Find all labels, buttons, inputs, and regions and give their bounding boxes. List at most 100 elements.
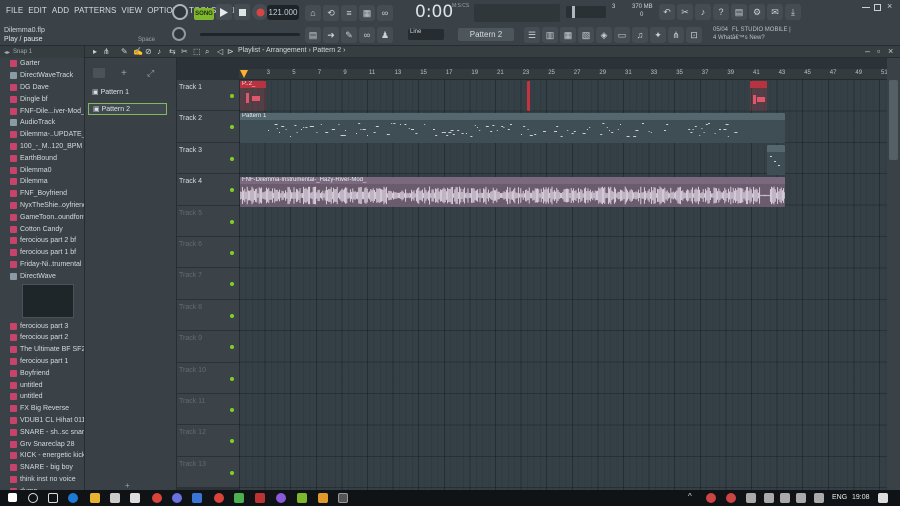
song-mode-button[interactable]: SONG [194,8,214,20]
chat-button[interactable]: ✉ [767,4,783,20]
news-headline[interactable]: 4 Whatâ€™s New? [713,35,765,41]
track-mute-led[interactable] [230,313,234,318]
plugin-button[interactable]: ⚙ [749,4,765,20]
pattern-item[interactable]: ▣ Pattern 1 [88,86,167,98]
app-icon-5[interactable] [297,493,307,503]
app-icon-4[interactable] [276,493,286,503]
tray-volume-icon[interactable] [780,493,790,503]
track-header[interactable]: Track 5 [177,205,239,237]
stamp-button[interactable]: ♟ [377,27,393,43]
pattern-item-selected[interactable]: ▣ Pattern 2 [88,103,167,115]
tray-app-icon[interactable] [706,493,716,503]
news-source[interactable]: FL STUDIO MOBILE | [732,27,791,33]
metronome-button[interactable]: ⌂ [305,5,321,21]
pattern-clip[interactable]: P..2_ [240,81,266,111]
track-mute-led[interactable] [230,94,234,98]
menu-patterns[interactable]: PATTERNS [72,6,118,15]
add-pattern-icon[interactable]: + [125,481,130,490]
track-mute-led[interactable] [230,219,234,224]
browser-item[interactable]: untitled [0,379,84,391]
view-magnet-button[interactable]: ⋔ [668,27,684,43]
view-browser-button[interactable]: ▧ [578,27,594,43]
track-header[interactable]: Track 10 [177,362,239,394]
view-shop-button[interactable]: ⊡ [686,27,702,43]
discord-icon[interactable] [172,493,182,503]
picker-expand-icon[interactable]: ⤢ [147,68,154,79]
app-icon-6[interactable] [318,493,328,503]
task-view-icon[interactable] [48,493,58,503]
render-button[interactable]: ▤ [731,4,747,20]
pattern-clip[interactable] [527,81,530,111]
countdown-button[interactable]: ∞ [377,5,393,21]
pattern-clip[interactable] [750,81,767,111]
pattern-selector[interactable]: Pattern 2 [458,28,514,41]
browser-item[interactable]: 100_-_M..120_BPM [0,141,84,153]
maximize-icon[interactable] [874,4,881,11]
playlist-playback-icon[interactable]: ⊳ [227,47,234,56]
playlist-mute-icon[interactable]: ♪ [157,47,161,56]
browser-item[interactable]: untitled [0,391,84,403]
scrollbar-thumb[interactable] [889,80,898,160]
view-channel-button[interactable]: ♫ [632,27,648,43]
view-touch-keyboard-button[interactable]: ▭ [614,27,630,43]
browser-snap-label[interactable]: Snap 1 [13,49,32,55]
menu-file[interactable]: FILE [4,6,25,15]
track-mute-led[interactable] [230,282,234,287]
playlist-slip-icon[interactable]: ⇆ [169,47,176,56]
playlist-speaker-icon[interactable]: ◁ [217,47,223,56]
browser-item[interactable]: GameToon..oundfont [0,211,84,223]
browser-item[interactable]: think inst no voice [0,474,84,486]
playlist-current-pattern[interactable]: Pattern 2 [313,47,341,54]
master-pitch-slider[interactable] [200,33,300,36]
browser-item[interactable]: AudioTrack [0,117,84,129]
view-tools-button[interactable]: ✦ [650,27,666,43]
browser-item[interactable]: Friday-Ni..trumental [0,259,84,271]
view-piano-roll-button[interactable]: ▦ [560,27,576,43]
track-mute-led[interactable] [230,156,234,161]
track-mute-led[interactable] [230,345,234,350]
pattern-clip[interactable]: Pattern 1 [240,113,785,143]
view-mixer-button[interactable]: ☰ [524,27,540,43]
browser-item[interactable]: ferocious part 2 bf [0,235,84,247]
playhead-marker[interactable] [240,70,248,78]
browser-item[interactable]: DirectWave [0,270,84,282]
browser-item[interactable]: EarthBound [0,152,84,164]
browser-item[interactable]: NyxTheShie..oyfriend [0,200,84,212]
tray-keyboard-icon[interactable] [814,493,824,503]
download-button[interactable]: ⤓ [785,4,801,20]
browser-item[interactable]: FNF-Dile...iver-Mod_ [0,105,84,117]
view-playlist-button[interactable]: ▤ [305,27,321,43]
track-header[interactable]: Track 6 [177,237,239,269]
browser-item[interactable]: Dilemma [0,176,84,188]
time-display[interactable]: 0:00 [415,2,453,22]
chrome-icon-2[interactable] [214,493,224,503]
browser-item[interactable]: FX Big Reverse [0,403,84,415]
fl-studio-taskbar-icon[interactable] [338,493,348,503]
view-channel-rack-button[interactable]: ▥ [542,27,558,43]
playlist-grid[interactable]: P..2_ Pattern 1 FNF-Dilemma-Instrumental… [239,80,887,490]
browser-item[interactable]: The Ultimate BF SF2 [0,344,84,356]
playlist-close-icon[interactable]: × [888,46,893,56]
browser-item[interactable]: ferocious part 1 bf [0,247,84,259]
search-icon[interactable] [28,493,38,503]
play-button[interactable] [216,4,232,20]
browser-item[interactable]: SNARE - big boy [0,462,84,474]
edge-icon[interactable] [68,493,78,503]
link-button[interactable]: ∞ [359,27,375,43]
menu-view[interactable]: VIEW [119,6,144,15]
pattern-song-knob[interactable] [172,4,188,20]
track-mute-led[interactable] [230,470,234,475]
browser-item[interactable]: Dilemma-..UPDATE_ [0,129,84,141]
menu-edit[interactable]: EDIT [26,6,49,15]
track-header[interactable]: Track 8 [177,299,239,332]
playlist-paint-icon[interactable]: ✍ [133,47,143,56]
vertical-scrollbar[interactable] [887,58,900,490]
browser-item[interactable]: ferocious part 2 [0,332,84,344]
playlist-delete-icon[interactable]: ⊘ [145,47,152,56]
browser-item[interactable]: SNARE - sh..sc snare [0,426,84,438]
step-edit-button[interactable]: ≡ [341,5,357,21]
stop-button[interactable] [234,4,250,20]
track-mute-led[interactable] [230,408,234,412]
playlist-zoom-icon[interactable]: ⌕ [205,47,209,57]
picker-view-icon[interactable] [93,68,105,78]
